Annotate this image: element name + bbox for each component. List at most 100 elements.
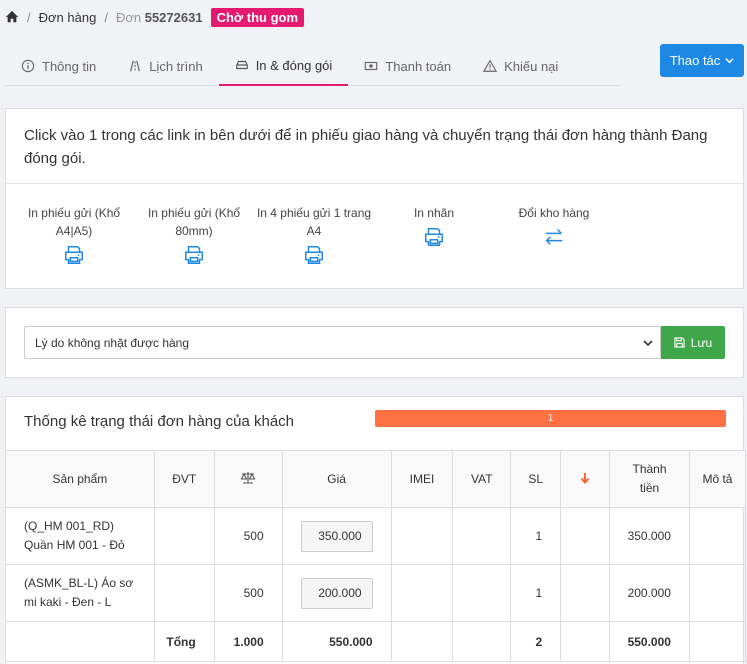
print-4-per-a4-link[interactable]: In 4 phiếu gửi 1 trang A4	[254, 204, 374, 266]
breadcrumb-separator: /	[104, 9, 108, 25]
warning-icon	[483, 59, 498, 72]
product-cell: (Q_HM 001_RD) Quần HM 001 - Đỏ	[5, 507, 155, 565]
empty-cell	[5, 621, 155, 662]
tab-schedule[interactable]: Lịch trình	[112, 46, 218, 86]
price-cell: 350.000	[281, 507, 392, 565]
qty-cell: 1	[510, 564, 562, 622]
sort-cell	[560, 564, 611, 622]
imei-cell	[390, 507, 454, 565]
col-description: Mô tả	[688, 450, 747, 508]
printer-icon	[425, 228, 443, 246]
price-cell: 200.000	[281, 564, 392, 622]
order-items-table: Sản phẩm ĐVT Giá IMEI VAT SL Thành tiền …	[5, 450, 747, 662]
print-option-label: In phiếu gửi (Khổ A4|A5)	[27, 206, 121, 238]
breadcrumb-current: Đơn 55272631	[115, 9, 203, 25]
package-icon	[235, 60, 248, 70]
printer-icon	[65, 246, 83, 264]
order-stats-panel: Thống kê trạng thái đơn hàng của khách 1…	[5, 396, 747, 664]
unit-cell	[153, 564, 215, 622]
actions-dropdown-button[interactable]: Thao tác	[660, 44, 744, 77]
breadcrumb: / Đơn hàng / Đơn 55272631 Chờ thu gom	[0, 0, 747, 34]
empty-cell	[452, 621, 512, 662]
product-name: mi kaki - Đen - L	[24, 595, 112, 609]
empty-cell	[390, 621, 454, 662]
info-icon	[21, 59, 35, 73]
breadcrumb-separator: /	[27, 9, 31, 25]
print-a4-a5-link[interactable]: In phiếu gửi (Khổ A4|A5)	[14, 204, 134, 266]
col-total: Thành tiền	[609, 450, 690, 508]
totals-row: Tổng 1.000 550.000 2 550.000	[5, 621, 747, 662]
chevron-down-icon	[725, 58, 734, 64]
imei-cell	[390, 564, 454, 622]
breadcrumb-orders[interactable]: Đơn hàng	[39, 10, 97, 25]
printer-icon	[185, 246, 203, 264]
product-cell: (ASMK_BL-L) Áo sơ mi kaki - Đen - L	[5, 564, 155, 622]
table-row: (ASMK_BL-L) Áo sơ mi kaki - Đen - L 500 2…	[5, 564, 747, 622]
description-cell	[688, 507, 747, 565]
totals-price: 550.000	[281, 621, 392, 662]
tab-bar: Thông tin Lịch trình In & đóng gói Thanh…	[5, 46, 621, 86]
table-row: (Q_HM 001_RD) Quần HM 001 - Đỏ 500 350.00…	[5, 507, 747, 565]
reason-select[interactable]: Lý do không nhặt được hàng	[24, 326, 661, 359]
vat-cell	[452, 507, 512, 565]
col-sort[interactable]	[560, 450, 611, 508]
chevron-down-icon	[643, 340, 653, 347]
change-warehouse-link[interactable]: Đổi kho hàng	[494, 204, 614, 248]
unit-cell	[153, 507, 215, 565]
print-panel: Click vào 1 trong các link in bên dưới đ…	[5, 108, 744, 289]
empty-cell	[688, 621, 747, 662]
col-weight	[213, 450, 283, 508]
actions-label: Thao tác	[669, 53, 721, 68]
tab-label: Khiếu nại	[504, 58, 559, 74]
price-input[interactable]: 200.000	[300, 577, 373, 609]
tab-print-package[interactable]: In & đóng gói	[218, 46, 349, 86]
tab-label: Lịch trình	[149, 58, 203, 74]
product-code: (ASMK_BL-L) Áo sơ	[24, 576, 134, 590]
save-label: Lưu	[690, 335, 713, 350]
tab-payment[interactable]: Thanh toán	[348, 46, 467, 86]
print-option-label: In 4 phiếu gửi 1 trang A4	[256, 206, 372, 238]
print-option-label: In nhãn	[413, 206, 455, 220]
tab-label: Thanh toán	[385, 58, 452, 74]
print-label-link[interactable]: In nhãn	[374, 204, 494, 248]
sort-cell	[560, 507, 611, 565]
arrow-down-icon	[580, 472, 590, 484]
status-progress-bar: 1	[375, 410, 726, 427]
road-icon	[130, 60, 141, 72]
table-header-row: Sản phẩm ĐVT Giá IMEI VAT SL Thành tiền …	[5, 450, 747, 508]
print-instruction: Click vào 1 trong các link in bên dưới đ…	[6, 109, 743, 184]
tab-label: In & đóng gói	[255, 57, 333, 73]
tab-complaint[interactable]: Khiếu nại	[467, 46, 574, 86]
tab-label: Thông tin	[42, 58, 97, 74]
home-icon[interactable]	[5, 10, 19, 24]
col-product: Sản phẩm	[5, 450, 155, 508]
col-unit: ĐVT	[153, 450, 215, 508]
empty-cell	[560, 621, 611, 662]
total-cell: 350.000	[609, 507, 690, 565]
exchange-icon	[545, 229, 563, 245]
total-cell: 200.000	[609, 564, 690, 622]
weight-cell: 500	[213, 564, 283, 622]
col-qty: SL	[510, 450, 562, 508]
price-input[interactable]: 350.000	[300, 520, 373, 552]
print-80mm-link[interactable]: In phiếu gửi (Khổ 80mm)	[134, 204, 254, 266]
status-badge: Chờ thu gom	[210, 7, 305, 27]
stats-title: Thống kê trạng thái đơn hàng của khách	[24, 413, 295, 430]
vat-cell	[452, 564, 512, 622]
totals-weight: 1.000	[213, 621, 283, 662]
tab-info[interactable]: Thông tin	[5, 46, 112, 86]
reason-panel: Lý do không nhặt được hàng Lưu	[5, 307, 744, 378]
money-icon	[365, 61, 378, 71]
qty-cell: 1	[510, 507, 562, 565]
order-id: 55272631	[144, 9, 203, 25]
weight-cell: 500	[213, 507, 283, 565]
col-price: Giá	[281, 450, 392, 508]
totals-qty: 2	[510, 621, 562, 662]
save-button[interactable]: Lưu	[661, 326, 725, 359]
reason-selected-value: Lý do không nhặt được hàng	[35, 335, 190, 350]
print-option-label: Đổi kho hàng	[518, 206, 590, 220]
totals-label: Tổng	[153, 621, 215, 662]
scale-icon	[240, 471, 256, 484]
printer-icon	[305, 246, 323, 264]
product-name: Quần HM 001 - Đỏ	[24, 538, 125, 552]
